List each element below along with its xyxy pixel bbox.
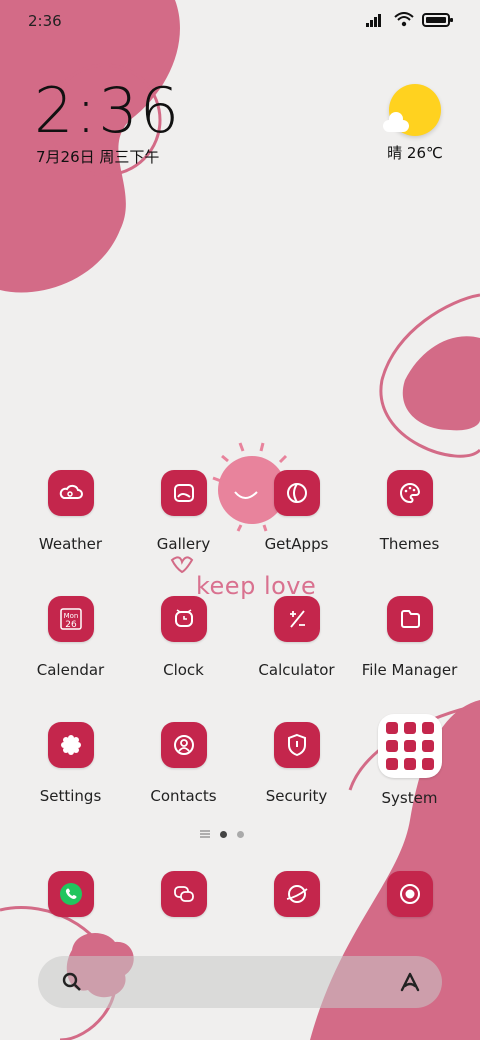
app-gallery[interactable]: Gallery (127, 470, 240, 553)
app-security[interactable]: Security (240, 722, 353, 805)
app-label: Settings (39, 787, 102, 805)
calendar-day: 26 (65, 620, 77, 630)
battery-icon (422, 13, 453, 27)
status-time: 2:36 (28, 12, 62, 30)
app-label: GetApps (264, 535, 329, 553)
app-label: File Manager (361, 661, 458, 679)
messages-icon (160, 871, 207, 917)
calculator-icon (273, 596, 320, 642)
page-indicator[interactable] (200, 830, 244, 838)
status-bar: 2:36 (0, 0, 480, 40)
app-file-manager[interactable]: File Manager (353, 596, 466, 679)
calendar-icon: Mon 26 (47, 596, 94, 642)
app-label: Calendar (36, 661, 105, 679)
shield-icon (273, 722, 320, 768)
menu-lines-icon (200, 830, 210, 838)
palette-icon (386, 470, 433, 516)
app-getapps[interactable]: GetApps (240, 470, 353, 553)
camera-icon (386, 871, 433, 917)
app-label: Security (265, 787, 328, 805)
gear-icon (47, 722, 94, 768)
signal-icon (366, 14, 381, 27)
browser-icon (273, 871, 320, 917)
app-label: Themes (379, 535, 440, 553)
getapps-icon (273, 470, 320, 516)
app-contacts[interactable]: Contacts (127, 722, 240, 805)
app-settings[interactable]: Settings (14, 722, 127, 805)
contacts-icon (160, 722, 207, 768)
weather-text: 晴 26℃ (387, 144, 443, 162)
lock-clock[interactable]: 2:36 (34, 74, 181, 147)
app-calculator[interactable]: Calculator (240, 596, 353, 679)
app-system-folder[interactable]: System (353, 714, 466, 807)
wifi-icon (394, 12, 414, 27)
gallery-icon (160, 470, 207, 516)
page-dot-active (220, 830, 227, 838)
app-clock[interactable]: Clock (127, 596, 240, 679)
dock-messages[interactable] (127, 871, 240, 917)
folder-grid-icon (377, 714, 442, 778)
page-dot (237, 830, 244, 838)
app-themes[interactable]: Themes (353, 470, 466, 553)
phone-icon (47, 871, 94, 917)
dock-camera[interactable] (353, 871, 466, 917)
clock-icon (160, 596, 207, 642)
dock-phone[interactable] (14, 871, 127, 917)
app-label: System (381, 789, 438, 807)
app-label: Contacts (150, 787, 217, 805)
assistant-icon[interactable] (396, 968, 424, 996)
lock-date: 7月26日 周三下午 (36, 148, 160, 166)
app-weather[interactable]: Weather (14, 470, 127, 553)
calendar-month: Mon (63, 612, 78, 620)
weather-widget[interactable]: 晴 26℃ (380, 84, 450, 163)
search-icon (62, 972, 81, 991)
dock-browser[interactable] (240, 871, 353, 917)
sun-icon (383, 84, 441, 136)
app-calendar[interactable]: Mon 26 Calendar (14, 596, 127, 679)
app-label: Weather (38, 535, 103, 553)
app-label: Calculator (258, 661, 335, 679)
app-label: Clock (163, 661, 204, 679)
search-bar[interactable] (38, 956, 442, 1008)
cloud-icon (383, 112, 409, 132)
weather-icon (47, 470, 94, 516)
app-label: Gallery (156, 535, 211, 553)
folder-icon (386, 596, 433, 642)
